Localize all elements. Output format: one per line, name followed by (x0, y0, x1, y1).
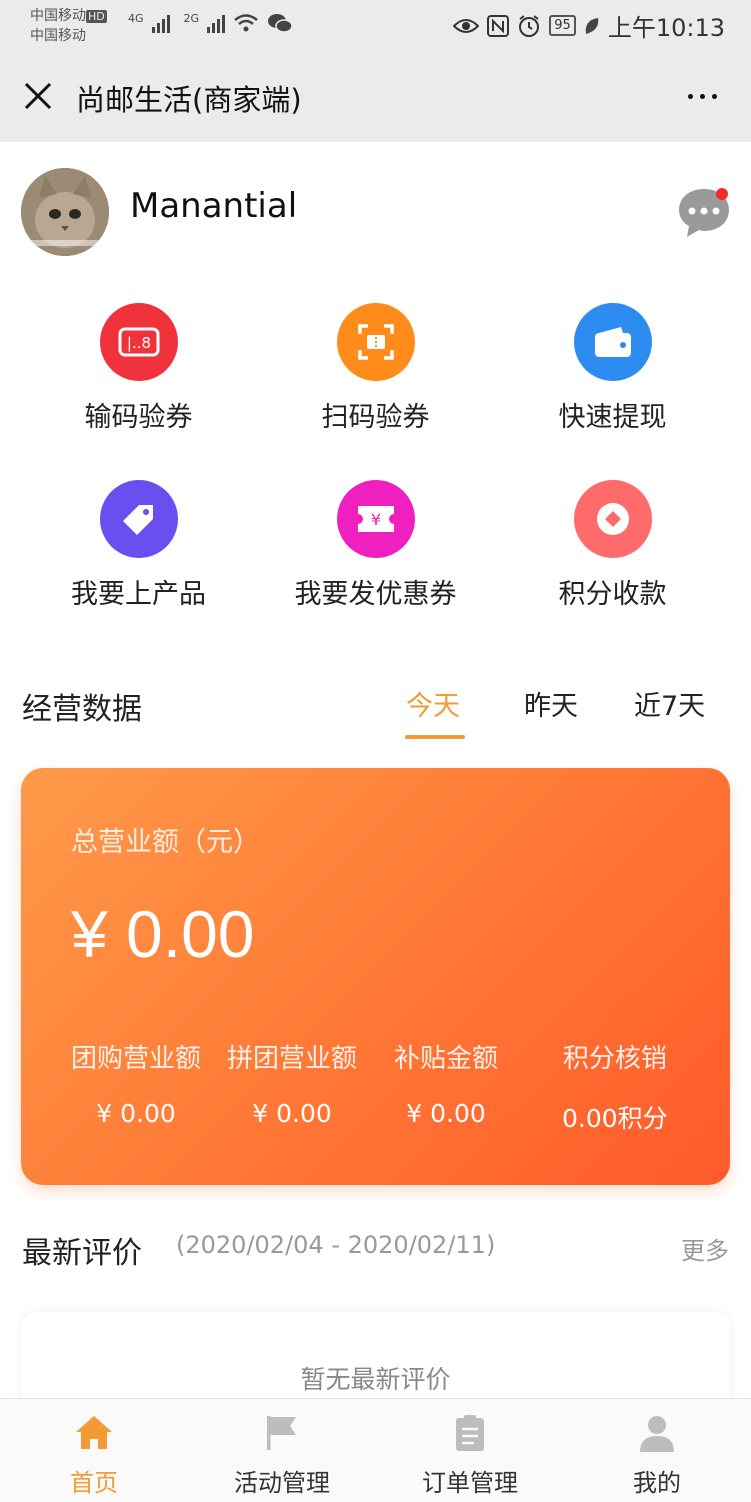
eye-icon (453, 18, 480, 33)
stat-subsidy: 补贴金额 ¥ 0.00 (394, 1038, 498, 1128)
bottom-nav: 首页 活动管理 订单管理 我的 (0, 1398, 751, 1502)
grid-item-points-payment[interactable]: 积分收款 (494, 467, 731, 617)
stat-group-buy: 团购营业额 ¥ 0.00 (71, 1038, 201, 1128)
message-icon[interactable] (677, 185, 731, 239)
grid-item-code-verify[interactable]: |..8 输码验券 (20, 290, 257, 440)
leaf-icon (585, 17, 599, 34)
nav-label: 活动管理 (234, 1469, 330, 1497)
svg-text:¥: ¥ (370, 510, 380, 529)
more-reviews-link[interactable]: 更多 (681, 1231, 729, 1266)
tag-icon (99, 480, 178, 558)
grid-label: 输码验券 (84, 402, 193, 433)
wallet-icon (573, 303, 652, 381)
username: Manantial (130, 186, 298, 226)
tab-last-7-days[interactable]: 近7天 (634, 684, 705, 723)
close-icon[interactable] (22, 80, 54, 112)
nav-order-management[interactable]: 订单管理 (376, 1399, 564, 1502)
empty-reviews-text: 暂无最新评价 (300, 1365, 451, 1394)
status-right: 95 上午10:13 (453, 8, 725, 43)
page-title: 尚邮生活(商家端) (76, 83, 302, 117)
grid-item-scan-verify[interactable]: 扫码验券 (257, 290, 494, 440)
home-icon (76, 1416, 112, 1449)
wechat-icon (268, 14, 293, 33)
stat-label: 积分核销 (562, 1044, 667, 1074)
clipboard-icon (456, 1415, 484, 1451)
code-input-icon: |..8 (99, 303, 178, 381)
title-bar: 尚邮生活(商家端) (0, 52, 751, 142)
grid-item-add-product[interactable]: 我要上产品 (20, 467, 257, 617)
grid-label: 我要发优惠券 (294, 579, 457, 610)
stat-label: 补贴金额 (394, 1044, 499, 1074)
grid-item-issue-coupon[interactable]: ¥ 我要发优惠券 (257, 467, 494, 617)
network-2g: 2G (183, 12, 200, 25)
tab-yesterday[interactable]: 昨天 (524, 684, 578, 723)
hd-badge: HD (86, 9, 107, 23)
business-data-title: 经营数据 (22, 692, 142, 727)
nav-home[interactable]: 首页 (0, 1399, 188, 1502)
more-menu-icon[interactable] (688, 94, 717, 99)
stat-value: ¥ 0.00 (406, 1099, 486, 1128)
nav-label: 订单管理 (422, 1469, 518, 1497)
review-date-range: (2020/02/04 - 2020/02/11) (176, 1231, 496, 1259)
points-icon (573, 480, 652, 558)
nav-label: 我的 (633, 1469, 681, 1497)
tab-today[interactable]: 今天 (406, 684, 460, 723)
carrier-1: 中国移动 (30, 8, 86, 24)
status-time: 上午10:13 (607, 14, 725, 42)
carrier-2: 中国移动 (30, 28, 86, 44)
stat-value: ¥ 0.00 (96, 1099, 176, 1128)
avatar[interactable] (21, 168, 109, 256)
network-icons: HD 4G 2G (86, 9, 293, 34)
nav-label: 首页 (70, 1469, 118, 1497)
cat-avatar-image (21, 168, 109, 256)
stat-value: ¥ 0.00 (252, 1099, 332, 1128)
carrier-info: 中国移动 中国移动 (30, 6, 86, 46)
scan-icon (336, 303, 415, 381)
coupon-icon: ¥ (336, 480, 415, 558)
grid-label: 我要上产品 (71, 579, 206, 610)
nav-mine[interactable]: 我的 (563, 1399, 751, 1502)
stat-label: 拼团营业额 (227, 1044, 358, 1074)
stat-team-buy: 拼团营业额 ¥ 0.00 (227, 1038, 357, 1128)
nfc-icon (487, 14, 510, 37)
grid-label: 积分收款 (558, 579, 667, 610)
total-revenue-label: 总营业额（元） (71, 827, 260, 858)
stat-value: 0.00积分 (562, 1104, 668, 1133)
stat-label: 团购营业额 (71, 1044, 202, 1074)
latest-reviews-title: 最新评价 (22, 1236, 142, 1271)
user-icon (640, 1416, 674, 1452)
nav-activity-management[interactable]: 活动管理 (188, 1399, 376, 1502)
network-4g: 4G (128, 12, 144, 25)
grid-label: 扫码验券 (321, 402, 430, 433)
signal-icon (151, 13, 170, 33)
grid-label: 快速提现 (558, 402, 667, 433)
battery-indicator: 95 (549, 15, 576, 36)
status-bar: 中国移动 中国移动 HD 4G 2G 95 上午10:13 (0, 0, 751, 52)
flag-icon (267, 1416, 296, 1450)
grid-item-withdraw[interactable]: 快速提现 (494, 290, 731, 440)
active-tab-indicator (405, 735, 465, 739)
stat-points: 积分核销 0.00积分 (562, 1038, 668, 1135)
total-revenue-value: ¥ 0.00 (71, 897, 255, 971)
alarm-icon (519, 14, 540, 37)
wifi-icon (234, 14, 258, 32)
signal-icon (207, 13, 226, 33)
revenue-card: 总营业额（元） ¥ 0.00 团购营业额 ¥ 0.00 拼团营业额 ¥ 0.00… (21, 768, 730, 1185)
svg-text:|..8: |..8 (126, 334, 150, 352)
